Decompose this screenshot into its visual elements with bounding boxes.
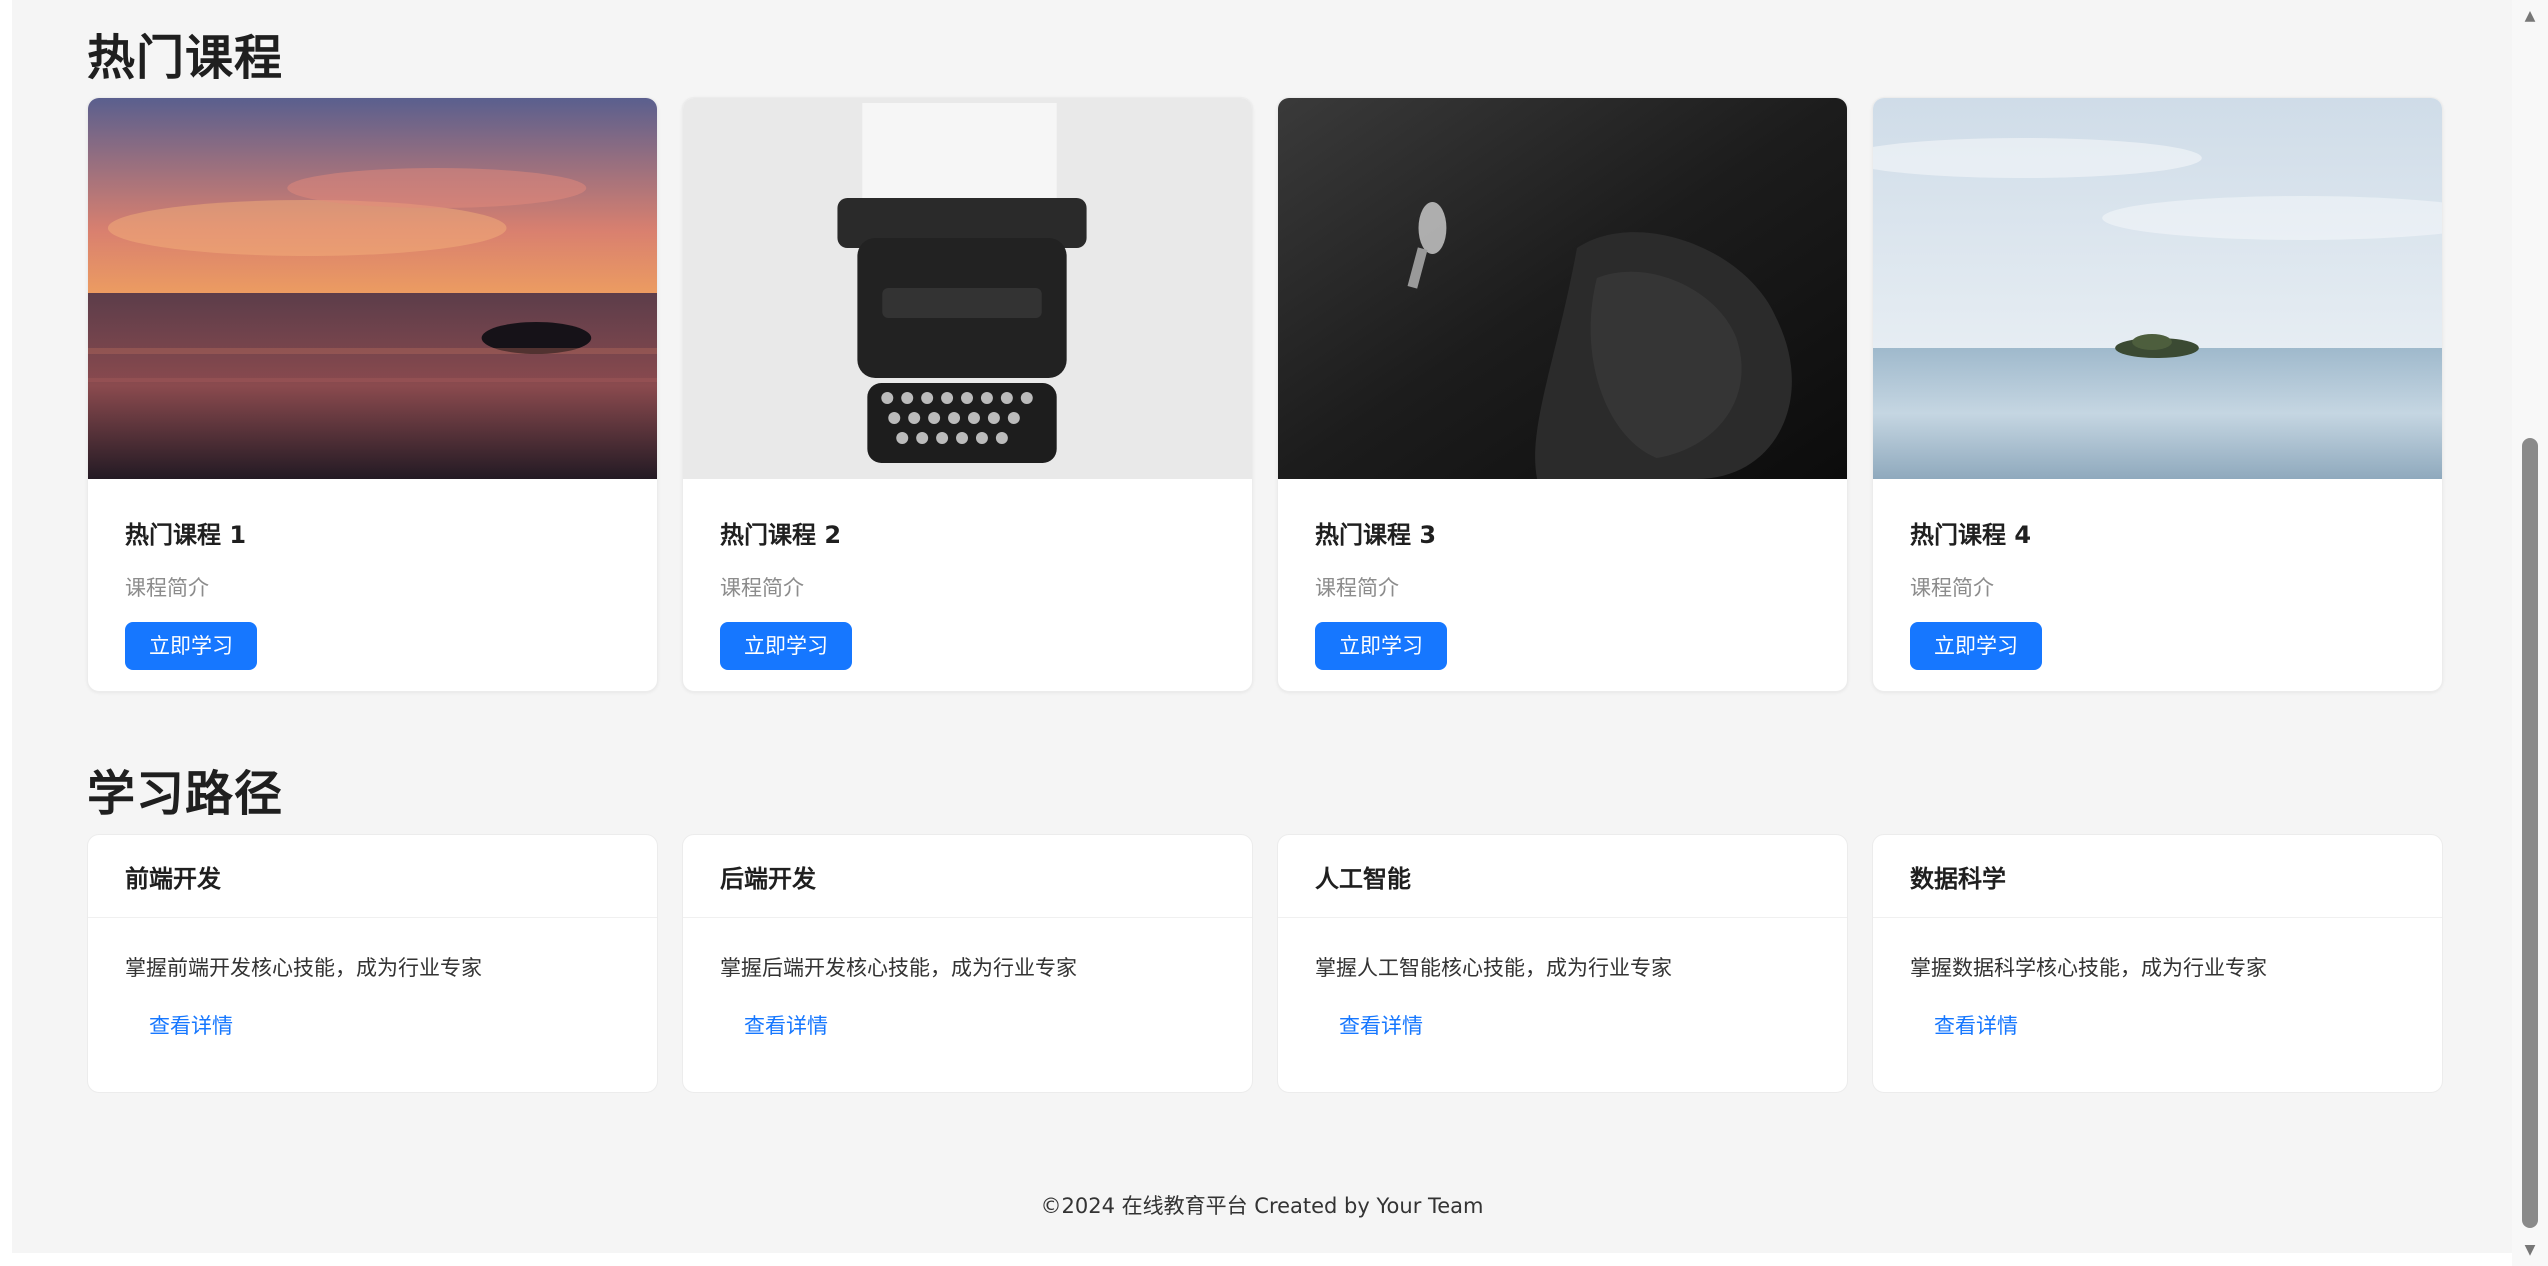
scroll-down-arrow-icon[interactable]: ▼ <box>2512 1238 2548 1262</box>
path-title: 人工智能 <box>1315 864 1411 893</box>
view-details-link[interactable]: 查看详情 <box>1315 1010 1447 1040</box>
course-desc: 课程简介 <box>1315 576 1399 600</box>
start-learning-button[interactable]: 立即学习 <box>720 622 852 670</box>
view-details-link[interactable]: 查看详情 <box>125 1010 257 1040</box>
course-desc: 课程简介 <box>125 576 209 600</box>
path-desc: 掌握后端开发核心技能，成为行业专家 <box>720 956 1077 980</box>
page: 热门课程 热门课程 1 课程简介 立即学习 热门课程 2 课程简介 立即学习 热… <box>12 0 2512 1253</box>
course-image-island <box>1873 98 2442 479</box>
course-card[interactable]: 热门课程 1 课程简介 立即学习 <box>87 97 658 692</box>
course-card[interactable]: 热门课程 2 课程简介 立即学习 <box>682 97 1253 692</box>
course-image-sunset <box>88 98 657 479</box>
path-title: 数据科学 <box>1910 864 2006 893</box>
scrollbar-thumb[interactable] <box>2522 438 2538 1228</box>
path-card: 人工智能 掌握人工智能核心技能，成为行业专家 查看详情 <box>1277 834 1848 1093</box>
course-title: 热门课程 3 <box>1315 521 1437 549</box>
start-learning-button[interactable]: 立即学习 <box>1315 622 1447 670</box>
course-desc: 课程简介 <box>720 576 804 600</box>
learning-paths-title: 学习路径 <box>87 766 284 822</box>
course-title: 热门课程 4 <box>1910 521 2032 549</box>
path-desc: 掌握人工智能核心技能，成为行业专家 <box>1315 956 1672 980</box>
path-title: 后端开发 <box>720 864 816 893</box>
view-details-link[interactable]: 查看详情 <box>720 1010 852 1040</box>
path-desc: 掌握数据科学核心技能，成为行业专家 <box>1910 956 2267 980</box>
path-card: 前端开发 掌握前端开发核心技能，成为行业专家 查看详情 <box>87 834 658 1093</box>
course-card[interactable]: 热门课程 4 课程简介 立即学习 <box>1872 97 2443 692</box>
path-title: 前端开发 <box>125 864 221 893</box>
course-title: 热门课程 1 <box>125 521 247 549</box>
path-card: 后端开发 掌握后端开发核心技能，成为行业专家 查看详情 <box>682 834 1253 1093</box>
start-learning-button[interactable]: 立即学习 <box>1910 622 2042 670</box>
start-learning-button[interactable]: 立即学习 <box>125 622 257 670</box>
course-desc: 课程简介 <box>1910 576 1994 600</box>
hot-courses-row: 热门课程 1 课程简介 立即学习 热门课程 2 课程简介 立即学习 热门课程 3… <box>87 97 2443 692</box>
course-title: 热门课程 2 <box>720 521 842 549</box>
page-scrollbar[interactable]: ▲ ▼ <box>2512 0 2548 1266</box>
course-image-diver <box>1278 98 1847 479</box>
path-desc: 掌握前端开发核心技能，成为行业专家 <box>125 956 482 980</box>
learning-paths-row: 前端开发 掌握前端开发核心技能，成为行业专家 查看详情 后端开发 掌握后端开发核… <box>87 834 2443 1093</box>
scroll-up-arrow-icon[interactable]: ▲ <box>2512 4 2548 28</box>
footer-text: ©2024 在线教育平台 Created by Your Team <box>1040 1194 1484 1218</box>
course-image-typewriter <box>683 98 1252 479</box>
course-card[interactable]: 热门课程 3 课程简介 立即学习 <box>1277 97 1848 692</box>
view-details-link[interactable]: 查看详情 <box>1910 1010 2042 1040</box>
hot-courses-title: 热门课程 <box>87 30 284 86</box>
path-card: 数据科学 掌握数据科学核心技能，成为行业专家 查看详情 <box>1872 834 2443 1093</box>
